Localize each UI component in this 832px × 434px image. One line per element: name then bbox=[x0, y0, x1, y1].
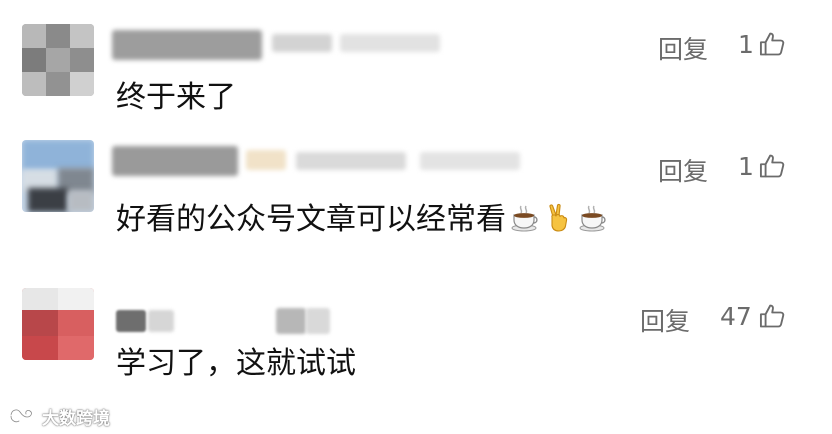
avatar[interactable] bbox=[22, 24, 94, 96]
comment-text: 学习了，这就试试 bbox=[116, 346, 356, 381]
thumbs-up-icon[interactable] bbox=[758, 152, 786, 180]
victory-hand-emoji bbox=[544, 203, 574, 244]
hot-beverage-emoji bbox=[510, 203, 540, 244]
like-count: 1 bbox=[738, 152, 754, 181]
like-count: 1 bbox=[738, 30, 754, 59]
thumbs-up-icon[interactable] bbox=[758, 302, 786, 330]
comment-item: 终于来了 回复 1 bbox=[0, 24, 832, 124]
comment-text: 好看的公众号文章可以经常看 bbox=[116, 200, 608, 244]
avatar[interactable] bbox=[22, 288, 94, 360]
reply-button[interactable]: 回复 bbox=[640, 302, 690, 338]
watermark-text: 大数跨境 bbox=[42, 408, 110, 429]
thumbs-up-icon[interactable] bbox=[758, 30, 786, 58]
watermark: 大数跨境 bbox=[8, 404, 110, 429]
comment-text: 终于来了 bbox=[116, 80, 236, 115]
reply-button[interactable]: 回复 bbox=[658, 30, 708, 66]
hot-beverage-emoji bbox=[578, 203, 608, 244]
avatar[interactable] bbox=[22, 140, 94, 212]
like-count: 47 bbox=[720, 302, 752, 331]
reply-button[interactable]: 回复 bbox=[658, 152, 708, 188]
comment-item: 好看的公众号文章可以经常看 回复 1 bbox=[0, 136, 832, 246]
brand-logo-icon bbox=[9, 408, 33, 423]
comment-item: 学习了，这就试试 回复 47 bbox=[0, 286, 832, 396]
comment-list: 终于来了 回复 1 好看的公众号文章可以经常看 回复 1 学习了，这就试试 回复… bbox=[0, 0, 832, 434]
